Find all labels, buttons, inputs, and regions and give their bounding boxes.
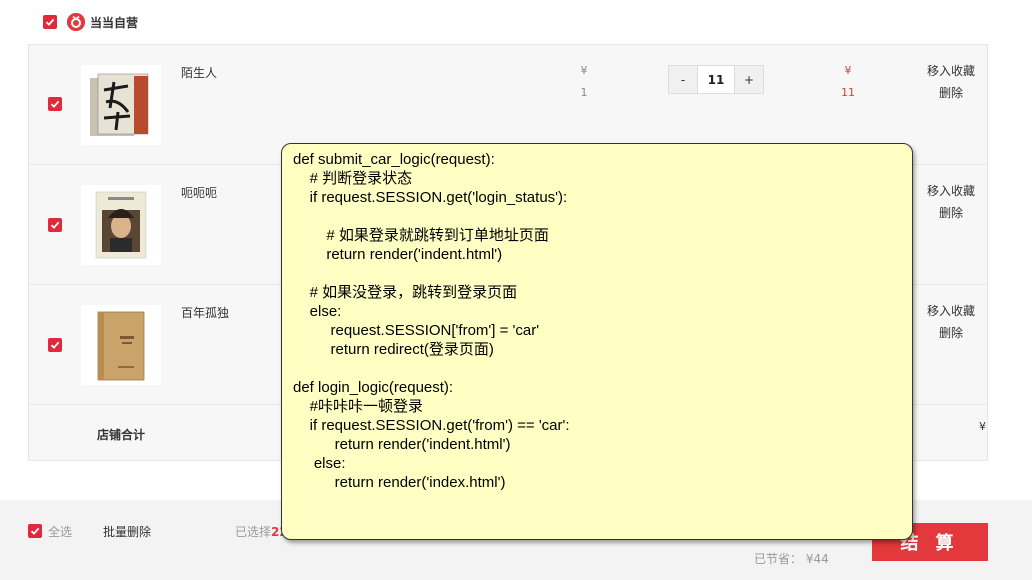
book-cover-image[interactable]: [81, 65, 161, 145]
delete-link[interactable]: 删除: [918, 322, 984, 344]
shop-name[interactable]: 当当自营: [90, 14, 138, 31]
code-line: def submit_car_logic(request):: [293, 151, 495, 168]
item-actions: 移入收藏 删除: [918, 180, 984, 224]
code-line: # 如果没登录，跳转到登录页面: [293, 284, 518, 301]
saved-amount: 已节省： ¥44: [754, 552, 829, 566]
book-cover-image[interactable]: [81, 305, 161, 385]
item-name[interactable]: 百年孤独: [181, 304, 229, 321]
dangdang-logo-icon: [67, 13, 85, 31]
code-line: def login_logic(request):: [293, 379, 454, 396]
code-line: if request.SESSION.get('from') == 'car':: [293, 417, 570, 434]
decrease-button[interactable]: -: [669, 66, 697, 93]
shop-total-currency: ¥: [979, 420, 986, 433]
batch-delete-button[interactable]: 批量删除: [103, 523, 151, 540]
check-icon: [50, 221, 60, 229]
code-line: return redirect(登录页面): [293, 341, 494, 358]
code-line: else:: [293, 455, 346, 472]
item-name[interactable]: 陌生人: [181, 64, 217, 81]
code-line: return render('index.html'): [293, 474, 506, 491]
increase-button[interactable]: +: [735, 66, 763, 93]
check-icon: [50, 341, 60, 349]
move-to-favorites-link[interactable]: 移入收藏: [918, 300, 984, 322]
select-all-label[interactable]: 全选: [48, 523, 72, 540]
select-all-checkbox[interactable]: [28, 524, 42, 538]
quantity-stepper: - 11 +: [668, 65, 764, 94]
selected-count: 已选择22: [235, 525, 288, 539]
item-actions: 移入收藏 删除: [918, 300, 984, 344]
item-checkbox[interactable]: [48, 338, 62, 352]
code-line: # 判断登录状态: [293, 170, 413, 187]
check-icon: [30, 527, 40, 535]
delete-link[interactable]: 删除: [918, 82, 984, 104]
code-annotation-note: def submit_car_logic(request): # 判断登录状态 …: [281, 143, 913, 540]
code-line: request.SESSION['from'] = 'car': [293, 322, 540, 339]
unit-price: ¥ 1: [580, 64, 588, 99]
item-checkbox[interactable]: [48, 97, 62, 111]
code-line: # 如果登录就跳转到订单地址页面: [293, 227, 549, 244]
item-checkbox[interactable]: [48, 218, 62, 232]
code-line: else:: [293, 303, 342, 320]
delete-link[interactable]: 删除: [918, 202, 984, 224]
code-line: if request.SESSION.get('login_status'):: [293, 189, 568, 206]
book-cover-image[interactable]: [81, 185, 161, 265]
code-line: return render('indent.html'): [293, 436, 511, 453]
check-icon: [50, 100, 60, 108]
item-subtotal: ¥ 11: [841, 64, 855, 99]
item-actions: 移入收藏 删除: [918, 60, 984, 104]
code-line: #咔咔咔一顿登录: [293, 398, 424, 415]
move-to-favorites-link[interactable]: 移入收藏: [918, 60, 984, 82]
move-to-favorites-link[interactable]: 移入收藏: [918, 180, 984, 202]
shop-total-label: 店铺合计: [97, 428, 146, 442]
code-line: return render('indent.html'): [293, 246, 503, 263]
item-name[interactable]: 呃呃呃: [181, 184, 217, 201]
shop-checkbox[interactable]: [43, 15, 57, 29]
check-icon: [45, 18, 55, 26]
quantity-input[interactable]: 11: [697, 66, 735, 93]
